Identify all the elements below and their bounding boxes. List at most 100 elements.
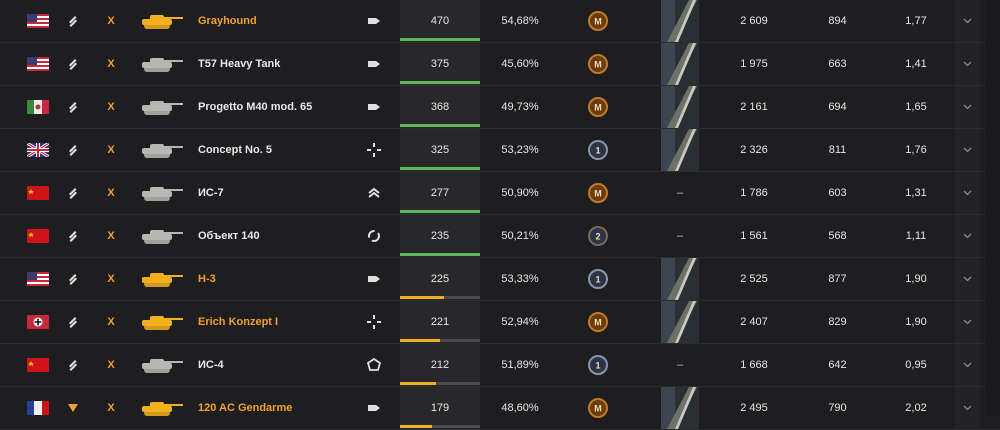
gun-marks-icon bbox=[655, 0, 705, 42]
winrate-value: 52,94% bbox=[501, 316, 539, 328]
vehicle-stats-table: X Grayhound 470 54,68% M 2 609 894 1,77 X T57 Hea… bbox=[0, 0, 1000, 430]
battles-count: 470 bbox=[430, 15, 450, 27]
progress-fill bbox=[400, 167, 480, 170]
progress-bar bbox=[400, 296, 480, 299]
table-row[interactable]: X T57 Heavy Tank 375 45,60% M 1 975 663 1,41 bbox=[0, 43, 1000, 86]
avg-damage: 1 975 bbox=[740, 58, 768, 70]
battles-count: 179 bbox=[430, 402, 450, 414]
mastery-badge-icon: M bbox=[580, 0, 616, 42]
avg-damage: 2 609 bbox=[740, 15, 768, 27]
class-icon bbox=[365, 129, 383, 171]
nation-flag-icon bbox=[27, 401, 49, 415]
mastery-badge-icon: 1 bbox=[580, 344, 616, 386]
winrate-value: 48,60% bbox=[501, 402, 539, 414]
chevron-down-icon[interactable] bbox=[955, 129, 980, 171]
tank-name[interactable]: 120 AC Gendarme bbox=[198, 387, 292, 429]
tank-name[interactable]: Grayhound bbox=[198, 0, 257, 42]
tank-icon bbox=[133, 258, 188, 300]
marks-empty: – bbox=[676, 230, 684, 242]
ratio-value: 1,65 bbox=[905, 101, 927, 113]
winrate-value: 49,73% bbox=[501, 101, 539, 113]
table-row[interactable]: X Grayhound 470 54,68% M 2 609 894 1,77 bbox=[0, 0, 1000, 43]
svg-text:M: M bbox=[594, 103, 602, 113]
table-row[interactable]: X Erich Konzept I 221 52,94% M 2 407 829 1,90 bbox=[0, 301, 1000, 344]
avg-xp: 642 bbox=[828, 359, 847, 371]
class-icon bbox=[365, 387, 383, 429]
mastery-badge-icon: M bbox=[580, 387, 616, 429]
nation-flag-icon bbox=[27, 229, 49, 243]
tank-name[interactable]: Progetto M40 mod. 65 bbox=[198, 86, 312, 128]
table-row[interactable]: X ИС-4 212 51,89% 1 – 1 668 642 0,95 bbox=[0, 344, 1000, 387]
tier-label: X bbox=[107, 359, 115, 371]
tank-name[interactable]: H-3 bbox=[198, 258, 216, 300]
chevron-down-icon[interactable] bbox=[955, 258, 980, 300]
chevron-down-icon[interactable] bbox=[955, 301, 980, 343]
tank-name[interactable]: ИС-4 bbox=[198, 344, 224, 386]
ratio-value: 1,90 bbox=[905, 273, 927, 285]
tier-label: X bbox=[107, 144, 115, 156]
progress-bar bbox=[400, 124, 480, 127]
chevron-down-icon[interactable] bbox=[955, 43, 980, 85]
winrate-value: 53,23% bbox=[501, 144, 539, 156]
progress-fill bbox=[400, 339, 440, 342]
ratio-value: 1,31 bbox=[905, 187, 927, 199]
mastery-badge-icon: 1 bbox=[580, 258, 616, 300]
winrate-value: 45,60% bbox=[501, 58, 539, 70]
tank-icon bbox=[133, 215, 188, 257]
chevron-down-icon[interactable] bbox=[955, 0, 980, 42]
mastery-badge-icon: 1 bbox=[580, 129, 616, 171]
progress-fill bbox=[400, 81, 480, 84]
class-icon bbox=[365, 86, 383, 128]
tank-name[interactable]: Erich Konzept I bbox=[198, 301, 278, 343]
table-row[interactable]: X H-3 225 53,33% 1 2 525 877 1,90 bbox=[0, 258, 1000, 301]
table-row[interactable]: X 120 AC Gendarme 179 48,60% M 2 495 790 2,02 bbox=[0, 387, 1000, 430]
rank-icon bbox=[62, 86, 84, 128]
tank-name[interactable]: ИС-7 bbox=[198, 172, 224, 214]
progress-bar bbox=[400, 253, 480, 256]
nation-flag-icon bbox=[27, 143, 49, 157]
nation-flag-icon bbox=[27, 186, 49, 200]
tank-icon bbox=[133, 301, 188, 343]
chevron-down-icon[interactable] bbox=[955, 344, 980, 386]
table-row[interactable]: X Объект 140 235 50,21% 2 – 1 561 568 1,11 bbox=[0, 215, 1000, 258]
rank-icon bbox=[62, 43, 84, 85]
tank-name[interactable]: Объект 140 bbox=[198, 215, 260, 257]
tank-icon bbox=[133, 0, 188, 42]
mastery-badge-icon: 2 bbox=[580, 215, 616, 257]
mastery-badge-icon: M bbox=[580, 172, 616, 214]
rank-icon bbox=[62, 215, 84, 257]
gun-marks-icon bbox=[655, 387, 705, 429]
tank-icon bbox=[133, 86, 188, 128]
tank-icon bbox=[133, 387, 188, 429]
nation-flag-icon bbox=[27, 272, 49, 286]
table-row[interactable]: X Progetto M40 mod. 65 368 49,73% M 2 161 694 1… bbox=[0, 86, 1000, 129]
avg-damage: 2 326 bbox=[740, 144, 768, 156]
progress-bar bbox=[400, 210, 480, 213]
ratio-value: 2,02 bbox=[905, 402, 927, 414]
class-icon bbox=[365, 172, 383, 214]
tank-name[interactable]: Concept No. 5 bbox=[198, 129, 272, 171]
avg-damage: 2 525 bbox=[740, 273, 768, 285]
chevron-down-icon[interactable] bbox=[955, 86, 980, 128]
chevron-down-icon[interactable] bbox=[955, 215, 980, 257]
progress-bar bbox=[400, 425, 480, 428]
class-icon bbox=[365, 215, 383, 257]
chevron-down-icon[interactable] bbox=[955, 172, 980, 214]
nation-flag-icon bbox=[27, 358, 49, 372]
progress-bar bbox=[400, 339, 480, 342]
scrollbar-track[interactable] bbox=[985, 0, 1000, 416]
rank-icon bbox=[62, 258, 84, 300]
chevron-down-icon[interactable] bbox=[955, 387, 980, 429]
tank-name[interactable]: T57 Heavy Tank bbox=[198, 43, 280, 85]
ratio-value: 1,76 bbox=[905, 144, 927, 156]
svg-text:M: M bbox=[594, 60, 602, 70]
gun-marks-icon bbox=[655, 43, 705, 85]
table-row[interactable]: X ИС-7 277 50,90% M – 1 786 603 1,31 bbox=[0, 172, 1000, 215]
progress-bar bbox=[400, 38, 480, 41]
table-row[interactable]: X Concept No. 5 325 53,23% 1 2 326 811 1,76 bbox=[0, 129, 1000, 172]
tank-icon bbox=[133, 172, 188, 214]
rank-icon bbox=[62, 129, 84, 171]
tank-icon bbox=[133, 129, 188, 171]
marks-empty: – bbox=[676, 359, 684, 371]
class-icon bbox=[365, 0, 383, 42]
